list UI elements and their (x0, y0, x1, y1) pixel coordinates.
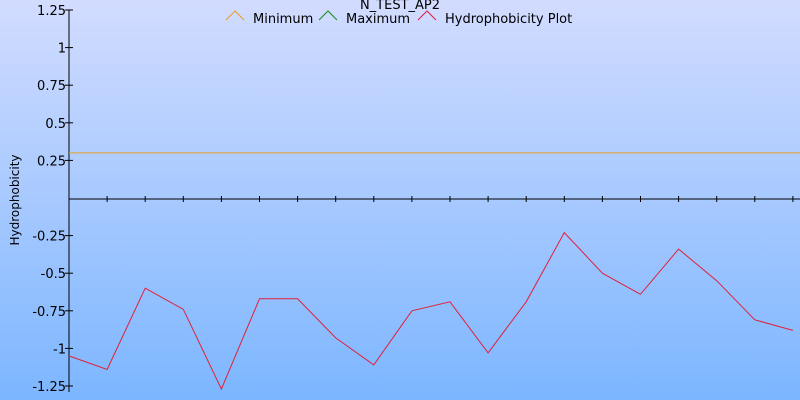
y-tick-label: -0.75 (32, 305, 66, 320)
legend-label: Maximum (346, 12, 410, 27)
y-tick-label: -0.5 (41, 267, 66, 282)
chart: 1.25 1 0.75 0.5 0.25 -0.25 -0.5 -0.75 -1 -1.25 Mi… (0, 0, 800, 400)
y-tick-label: -1.25 (32, 380, 66, 395)
y-tick-label: 1.25 (37, 4, 66, 19)
legend-label: Minimum (253, 12, 313, 27)
chart-svg: 1.25 1 0.75 0.5 0.25 -0.25 -0.5 -0.75 -1 -1.25 Mi… (0, 0, 800, 400)
legend-label: Hydrophobicity Plot (445, 12, 572, 27)
y-tick-label: 1 (58, 42, 66, 57)
y-tick-label: -0.25 (32, 230, 66, 245)
y-tick-label: 0.25 (37, 154, 66, 169)
y-tick-label: -1 (53, 342, 66, 357)
y-tick-label: 0.75 (37, 79, 66, 94)
y-axis-label: Hydrophobicity (8, 154, 22, 245)
chart-title: N_TEST_AP2 (360, 0, 440, 13)
chart-background (0, 0, 800, 400)
y-tick-label: 0.5 (45, 117, 66, 132)
